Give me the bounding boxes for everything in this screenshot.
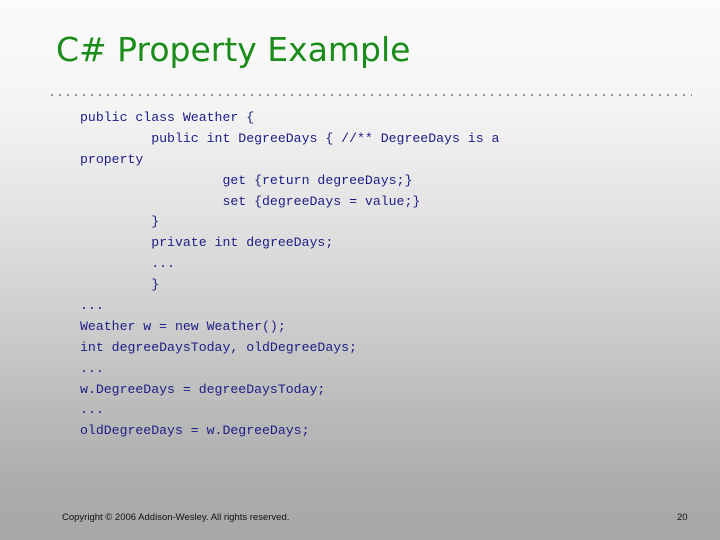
code-line: public class Weather {	[80, 108, 499, 129]
slide-title: C# Property Example	[56, 30, 411, 69]
title-divider	[48, 94, 692, 96]
code-text: ...	[80, 298, 104, 314]
code-text: }	[151, 277, 160, 293]
code-text: public class Weather {	[80, 110, 255, 125]
code-line: ...	[80, 296, 499, 317]
code-line: ...	[80, 400, 499, 421]
code-text: ...	[151, 256, 175, 272]
code-text: property	[80, 151, 144, 167]
footer-copyright: Copyright © 2006 Addison-Wesley. All rig…	[62, 512, 290, 523]
code-text: private int degreeDays;	[151, 235, 334, 251]
code-line: w.DegreeDays = degreeDaysToday;	[80, 380, 499, 401]
code-line: Weather w = new Weather();	[80, 317, 499, 338]
code-text: ...	[80, 360, 104, 376]
code-text: oldDegreeDays = w.DegreeDays;	[80, 423, 310, 439]
slide-page-number: 20	[677, 512, 688, 523]
code-line: ...	[80, 359, 499, 380]
code-text: public int DegreeDays { //** DegreeDays …	[151, 130, 500, 146]
code-line: set {degreeDays = value;}	[80, 192, 499, 213]
code-line: private int degreeDays;	[80, 233, 499, 254]
code-text: w.DegreeDays = degreeDaysToday;	[80, 381, 326, 397]
code-line: public int DegreeDays { //** DegreeDays …	[80, 129, 499, 150]
code-text: int degreeDaysToday, oldDegreeDays;	[80, 339, 357, 355]
code-text: ...	[80, 402, 104, 418]
code-block: public class Weather { public int Degree…	[80, 108, 499, 442]
code-line: int degreeDaysToday, oldDegreeDays;	[80, 338, 499, 359]
code-line: get {return degreeDays;}	[80, 171, 499, 192]
code-line: ...	[80, 254, 499, 275]
code-text: Weather w = new Weather();	[80, 318, 286, 334]
code-text: get {return degreeDays;}	[222, 172, 413, 188]
code-line: }	[80, 275, 499, 296]
code-text: set {degreeDays = value;}	[222, 193, 421, 209]
code-text: }	[151, 214, 160, 230]
code-line: oldDegreeDays = w.DegreeDays;	[80, 421, 499, 442]
code-line: }	[80, 212, 499, 233]
code-line: property	[80, 150, 499, 171]
